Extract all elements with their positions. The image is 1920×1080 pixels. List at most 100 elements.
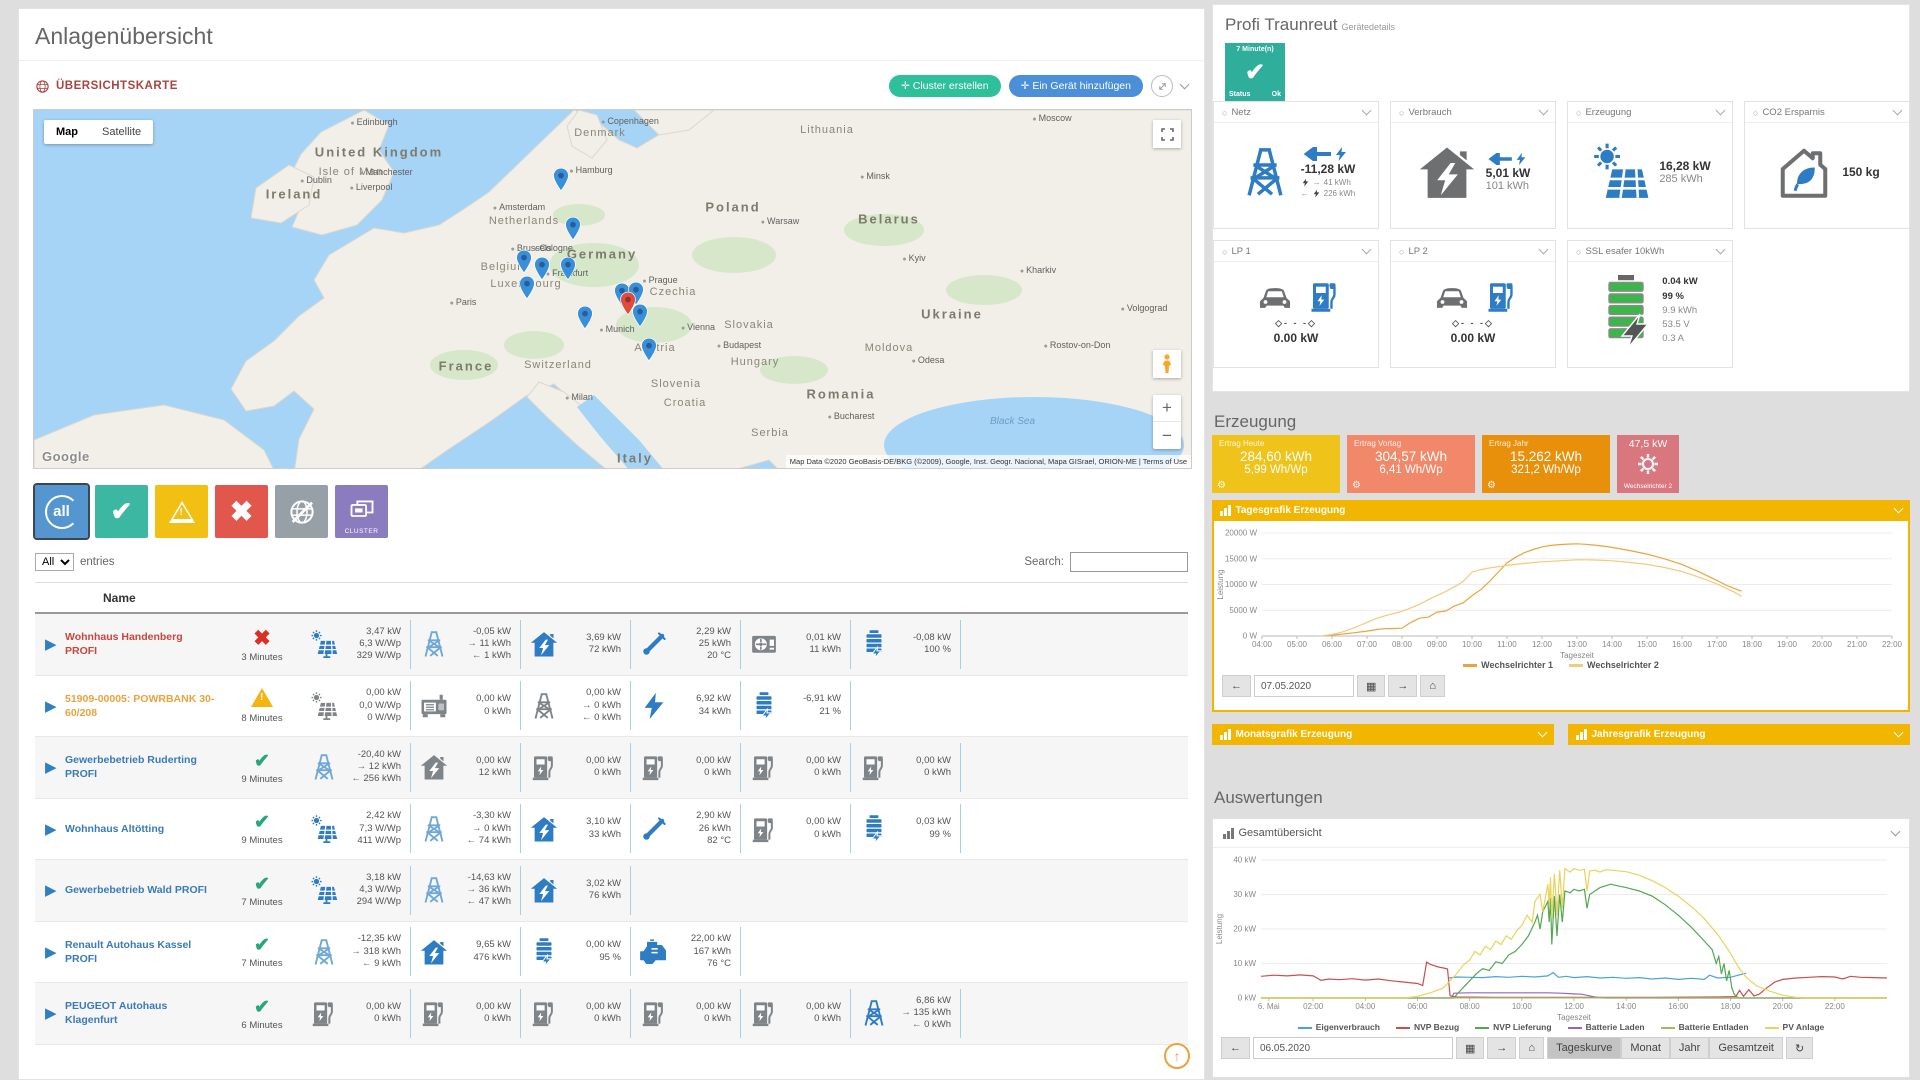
prev-day-button[interactable]: ← [1222,675,1251,697]
chevron-down-icon [1716,106,1726,116]
filter-ok-button[interactable]: ✔ [95,485,148,538]
overall-date-input[interactable] [1253,1037,1453,1059]
status-tile[interactable]: 7 Minute(n) ✔ Status Ok [1225,43,1285,101]
card-erzeugung[interactable]: ○Erzeugung 16,28 kW 285 kWh [1567,101,1733,229]
inverter-tile[interactable]: 47,5 kW Wechselrichter 2 [1617,435,1679,493]
scroll-top-button[interactable]: ↑ [1164,1043,1190,1069]
device-metric-cell: 2,29 kW25 kWh20 °C [631,620,741,669]
map-marker[interactable] [534,256,551,281]
card-co2[interactable]: ○CO2 Ersparnis 150 kg [1744,101,1910,229]
table-row[interactable]: ▶ Renault Autohaus Kassel PROFI ✔7 Minut… [35,922,1188,984]
yield-tile[interactable]: Ertrag Vortag304,57 kWh6,41 Wh/Wp ⚙ [1347,435,1475,493]
table-row[interactable]: ▶ PEUGEOT Autohaus Klagenfurt ✔6 Minutes… [35,983,1188,1045]
plant-name[interactable]: 51909-00005: POWRBANK 30-60/208 [65,692,223,720]
row-play-button[interactable]: ▶ [35,881,65,899]
map-marker[interactable] [553,167,570,192]
row-play-button[interactable]: ▶ [35,943,65,961]
yield-tile[interactable]: Ertrag Heute284,60 kWh5,99 Wh/Wp ⚙ [1212,435,1340,493]
next-day-button[interactable]: → [1388,675,1417,697]
tab-gesamtzeit[interactable]: Gesamtzeit [1709,1037,1783,1059]
plant-name[interactable]: Gewerbebetrieb Wald PROFI [65,883,223,897]
plant-status: ✔7 Minutes [223,934,301,969]
map[interactable]: Black Sea United KingdomIrelandIsle of M… [33,109,1192,469]
table-header-name[interactable]: Name [35,583,1188,614]
tab-monat[interactable]: Monat [1621,1037,1670,1059]
connection-indicator: ◇- - -◇ [1275,318,1317,329]
plant-name[interactable]: Wohnhaus Altötting [65,822,223,836]
legend-entry: NVP Lieferung [1475,1022,1551,1032]
next-day-button[interactable]: → [1487,1037,1516,1059]
refresh-button[interactable]: ↻ [1786,1037,1813,1059]
device-details-subtitle: Gerätedetails [1341,22,1395,32]
row-play-button[interactable]: ▶ [35,758,65,776]
filter-all-button[interactable]: all [35,485,88,538]
zoom-in-button[interactable]: + [1153,395,1181,422]
map-marker[interactable] [565,216,582,241]
plant-name[interactable]: Wohnhaus Handenberg PROFI [65,630,223,658]
tab-tageskurve[interactable]: Tageskurve [1547,1037,1621,1059]
collapse-chevron-icon[interactable] [1180,79,1190,89]
map-marker[interactable] [516,249,533,274]
overall-overview-header[interactable]: Gesamtübersicht [1213,819,1909,848]
map-marker[interactable] [641,337,658,362]
map-marker[interactable] [577,305,594,330]
expand-icon[interactable] [1151,75,1173,97]
legend-entry: NVP Bezug [1396,1022,1459,1032]
map-marker[interactable] [620,291,637,316]
filter-cluster-button[interactable]: CLUSTER [335,485,388,538]
calendar-button[interactable]: ▦ [1456,1037,1484,1059]
add-device-button[interactable]: ✛ Ein Gerät hinzufügen [1009,75,1143,97]
plant-name[interactable]: Renault Autohaus Kassel PROFI [65,938,223,966]
table-row[interactable]: ▶ Wohnhaus Altötting ✔9 Minutes 2,42 kW7… [35,799,1188,861]
plant-name[interactable]: Gewerbebetrieb Ruderting PROFI [65,753,223,781]
calendar-button[interactable]: ▦ [1357,675,1385,697]
filter-error-button[interactable]: ✖ [215,485,268,538]
svg-text:12:00: 12:00 [1564,1002,1585,1011]
svg-text:10 kW: 10 kW [1233,959,1256,968]
map-button[interactable]: Map [44,120,90,144]
bolt-icon [1333,146,1349,162]
day-chart-toolbar: ← ▦ → ⌂ [1214,670,1908,702]
create-cluster-button[interactable]: ✛ Cluster erstellen [889,75,1001,97]
filter-warning-button[interactable]: ! [155,485,208,538]
satellite-button[interactable]: Satellite [90,120,153,144]
zoom-out-button[interactable]: − [1153,422,1181,449]
home-button[interactable]: ⌂ [1519,1037,1544,1059]
row-play-button[interactable]: ▶ [35,1004,65,1022]
search-input[interactable] [1070,552,1188,572]
fullscreen-button[interactable] [1153,120,1181,148]
entries-select[interactable]: All [35,553,74,571]
plant-name[interactable]: PEUGEOT Autohaus Klagenfurt [65,999,223,1027]
table-row[interactable]: ▶ 51909-00005: POWRBANK 30-60/208 !8 Min… [35,676,1188,738]
day-chart-bar[interactable]: Tagesgrafik Erzeugung [1212,500,1910,521]
svg-text:20:00: 20:00 [1773,1002,1794,1011]
table-row[interactable]: ▶ Gewerbebetrieb Wald PROFI ✔7 Minutes 3… [35,860,1188,922]
pegman-control[interactable] [1153,350,1181,378]
cross-icon: ✖ [230,495,253,528]
legend-entry: Eigenverbrauch [1298,1022,1380,1032]
map-marker[interactable] [560,256,577,281]
prev-day-button[interactable]: ← [1221,1037,1250,1059]
month-chart-bar[interactable]: Monatsgrafik Erzeugung [1212,724,1554,745]
card-lp2[interactable]: ○LP 2 ◇- - -◇ 0.00 kW [1390,240,1556,368]
row-play-button[interactable]: ▶ [35,635,65,653]
day-date-input[interactable] [1254,675,1354,697]
row-play-button[interactable]: ▶ [35,697,65,715]
card-verbrauch[interactable]: ○Verbrauch 5,01 kW 101 kWh [1390,101,1556,229]
home-button[interactable]: ⌂ [1420,675,1445,697]
pylon-icon [309,937,339,967]
year-chart-bar[interactable]: Jahresgrafik Erzeugung [1568,724,1910,745]
table-row[interactable]: ▶ Gewerbebetrieb Ruderting PROFI ✔9 Minu… [35,737,1188,799]
table-row[interactable]: ▶ Wohnhaus Handenberg PROFI ✖3 Minutes 3… [35,614,1188,676]
map-marker[interactable] [519,275,536,300]
card-battery[interactable]: ○SSL esafer 10kWh 0.04 kW 99 % [1567,240,1733,368]
device-metric-cell: 3,18 kW4,3 W/Wp294 W/Wp [301,866,411,915]
row-play-button[interactable]: ▶ [35,820,65,838]
svg-text:Leistung: Leistung [1215,914,1224,944]
filter-offline-button[interactable] [275,485,328,538]
yield-tile[interactable]: Ertrag Jahr15.262 kWh321,2 Wh/Wp ⚙ [1482,435,1610,493]
tab-jahr[interactable]: Jahr [1670,1037,1709,1059]
card-lp1[interactable]: ○LP 1 ◇- - -◇ 0.00 kW [1213,240,1379,368]
card-netz[interactable]: ○Netz -11,28 kW →41 kWh ←226 kWh [1213,101,1379,229]
svg-text:08:00: 08:00 [1392,640,1413,649]
